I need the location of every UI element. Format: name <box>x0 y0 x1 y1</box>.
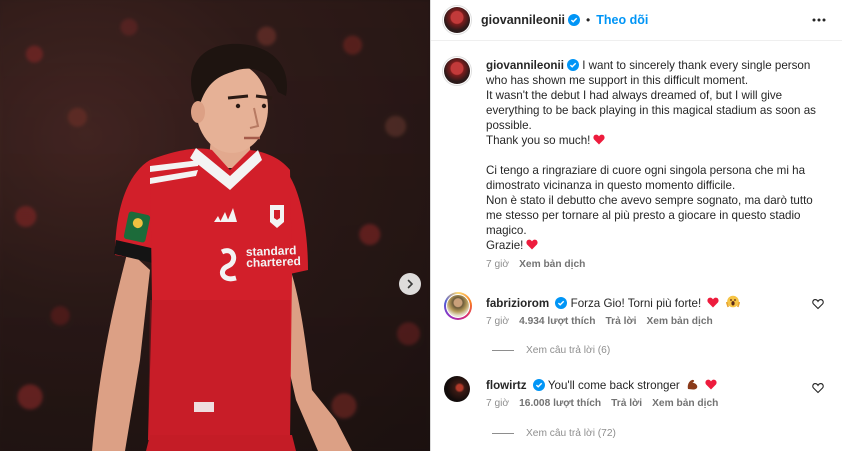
caption-meta: 7 giờ Xem bản dịch <box>486 259 826 270</box>
verified-badge-icon <box>568 14 581 26</box>
caption-text: giovannileonii I want to sincerely thank… <box>486 58 826 253</box>
sponsor-line-2: chartered <box>245 254 302 270</box>
replies-divider-line <box>492 350 514 351</box>
caption-translate-link[interactable]: Xem bản dịch <box>519 259 585 270</box>
comment-time[interactable]: 7 giờ <box>486 316 509 327</box>
view-replies-label: Xem câu trả lời (6) <box>526 345 611 356</box>
verified-badge-icon <box>555 297 568 309</box>
view-replies-button[interactable]: Xem câu trả lời (72) <box>492 428 616 439</box>
next-photo-button[interactable] <box>399 273 421 295</box>
red-heart-icon <box>705 379 717 390</box>
red-heart-icon <box>526 239 538 250</box>
post-sidebar: giovannileonii • Theo dõi giovannileonii… <box>430 0 842 451</box>
comment-item: fabriziorom Forza Gio! Torni più forte! … <box>444 292 829 327</box>
red-heart-icon <box>707 297 720 308</box>
more-horizontal-icon <box>812 18 826 22</box>
sponsor-text: standard chartered <box>245 243 302 270</box>
caption-line-en-1: giovannileonii I want to sincerely thank… <box>486 58 826 88</box>
caption-en-3: Thank you so much! <box>486 134 591 147</box>
heart-outline-icon[interactable] <box>812 298 824 310</box>
comment-text: flowirtz You'll come back stronger <box>486 378 806 393</box>
caption-time[interactable]: 7 giờ <box>486 259 509 270</box>
caption-it-3: Grazie! <box>486 239 524 252</box>
comment-translate-link[interactable]: Xem bản dịch <box>652 398 718 409</box>
caption-it-1: Ci tengo a ringraziare di cuore ogni sin… <box>486 164 806 192</box>
commenter-username[interactable]: flowirtz <box>486 379 527 392</box>
commenter-username[interactable]: fabriziorom <box>486 297 549 310</box>
author-username[interactable]: giovannileonii <box>481 13 565 27</box>
comment-message: You'll come back stronger <box>547 379 680 392</box>
comment-body: flowirtz You'll come back stronger 7 giờ… <box>486 376 806 409</box>
comment-likes[interactable]: 16.008 lượt thích <box>519 398 601 409</box>
header-separator: • <box>586 13 591 27</box>
instagram-post-dialog: standard chartered giovannileonii • Theo… <box>0 0 842 451</box>
replies-divider-line <box>492 433 514 434</box>
caption-it-2: Non è stato il debutto che avevo sempre … <box>486 194 813 237</box>
author-avatar[interactable] <box>442 5 472 35</box>
screaming-face-icon <box>725 295 740 308</box>
caption-body: giovannileonii I want to sincerely thank… <box>486 58 826 270</box>
verified-badge-icon <box>532 379 545 391</box>
red-heart-icon <box>593 134 605 145</box>
commenter-avatar[interactable] <box>444 376 470 402</box>
comment-message: Forza Gio! Torni più forte! <box>570 297 702 310</box>
caption-avatar[interactable] <box>442 56 472 86</box>
view-replies-button[interactable]: Xem câu trả lời (6) <box>492 345 610 356</box>
comment-likes[interactable]: 4.934 lượt thích <box>519 316 595 327</box>
post-photo[interactable]: standard chartered <box>0 0 430 451</box>
commenter-avatar[interactable] <box>444 292 472 320</box>
comment-meta: 7 giờ 16.008 lượt thích Trả lời Xem bản … <box>486 398 806 409</box>
more-options-button[interactable] <box>810 11 828 29</box>
comment-time[interactable]: 7 giờ <box>486 398 509 409</box>
post-caption: giovannileonii I want to sincerely thank… <box>442 56 829 270</box>
caption-line-en-3: Thank you so much! <box>486 133 826 148</box>
caption-en-2: It wasn't the debut I had always dreamed… <box>486 89 816 132</box>
comment-item: flowirtz You'll come back stronger 7 giờ… <box>444 376 829 409</box>
flexed-biceps-icon <box>687 379 698 390</box>
comment-text: fabriziorom Forza Gio! Torni più forte! <box>486 295 806 311</box>
chevron-right-icon <box>407 279 414 289</box>
comment-translate-link[interactable]: Xem bản dịch <box>646 316 712 327</box>
caption-username[interactable]: giovannileonii <box>486 59 564 72</box>
comment-meta: 7 giờ 4.934 lượt thích Trả lời Xem bản d… <box>486 316 806 327</box>
verified-badge-icon <box>566 59 579 71</box>
heart-outline-icon[interactable] <box>812 382 824 394</box>
reply-button[interactable]: Trả lời <box>611 398 642 409</box>
caption-line-it-3: Grazie! <box>486 238 826 253</box>
post-header: giovannileonii • Theo dõi <box>431 0 842 41</box>
view-replies-label: Xem câu trả lời (72) <box>526 428 616 439</box>
comment-body: fabriziorom Forza Gio! Torni più forte! … <box>486 292 806 327</box>
player-photo <box>92 43 352 451</box>
follow-button[interactable]: Theo dõi <box>596 13 648 27</box>
reply-button[interactable]: Trả lời <box>605 316 636 327</box>
